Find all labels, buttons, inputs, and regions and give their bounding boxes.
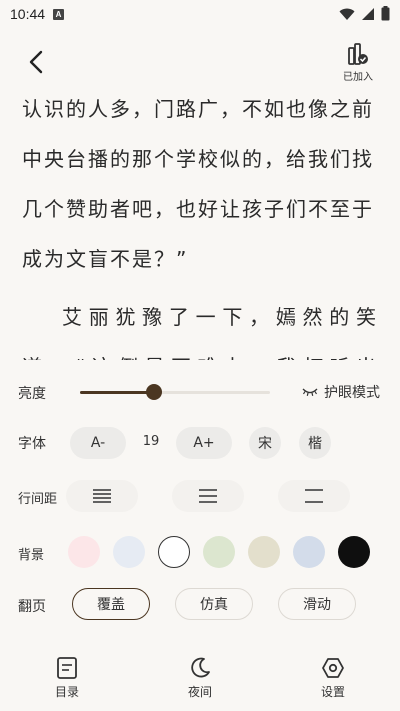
- paragraph: 认识的人多，门路广，不如也像之前中央台播的那个学校似的，给我们找几个赞助者吧，也…: [22, 97, 374, 271]
- paragraph: 艾丽犹豫了一下，嫣然的笑道，“这倒是不难办，我打听出来的: [22, 305, 382, 360]
- background-swatch[interactable]: [248, 536, 280, 568]
- wifi-icon: [339, 8, 355, 20]
- bookshelf-added-button[interactable]: 已加入: [338, 42, 378, 88]
- spacing-tight-icon: [93, 489, 111, 503]
- brightness-slider-fill: [80, 391, 155, 394]
- bookshelf-check-icon: [348, 43, 368, 65]
- nav-settings-label: 设置: [320, 685, 345, 699]
- page-turn-slide[interactable]: 滑动: [278, 588, 356, 620]
- brightness-label: 亮度: [18, 386, 46, 402]
- font-size-value: 19: [142, 434, 160, 449]
- status-bar: 10:44 A: [0, 0, 400, 28]
- closed-eye-icon: [302, 388, 318, 396]
- back-button[interactable]: [22, 48, 50, 76]
- spacing-loose-icon: [305, 489, 323, 503]
- brightness-row: 亮度 护眼模式: [0, 360, 400, 420]
- font-song-button[interactable]: 宋: [249, 427, 281, 459]
- font-increase-button[interactable]: A+: [176, 427, 232, 459]
- nav-night-mode[interactable]: 夜间: [170, 656, 230, 700]
- notification-icon: A: [53, 8, 65, 20]
- nav-toc[interactable]: 目录: [37, 656, 97, 700]
- reader-settings-panel: 亮度 护眼模式 字体 A- 19 A+ 宋 楷 行间距 背景 翻页 覆盖 仿真 …: [0, 360, 400, 711]
- reading-area[interactable]: 认识的人多，门路广，不如也像之前中央台播的那个学校似的，给我们找几个赞助者吧，也…: [0, 92, 400, 360]
- line-spacing-loose[interactable]: [278, 480, 350, 512]
- nav-settings[interactable]: 设置: [303, 656, 363, 700]
- settings-hexagon-icon: [322, 658, 344, 678]
- background-swatch[interactable]: [203, 536, 235, 568]
- line-spacing-medium[interactable]: [172, 480, 244, 512]
- background-label: 背景: [18, 548, 45, 563]
- background-swatch[interactable]: [158, 536, 190, 568]
- line-spacing-tight[interactable]: [66, 480, 138, 512]
- battery-icon: [381, 6, 390, 21]
- status-time: 10:44: [10, 6, 46, 22]
- background-swatch[interactable]: [338, 536, 370, 568]
- eye-mode-label: 护眼模式: [324, 385, 380, 401]
- background-swatch[interactable]: [293, 536, 325, 568]
- font-label: 字体: [18, 436, 46, 452]
- signal-icon: [362, 7, 374, 20]
- line-spacing-label: 行间距: [18, 492, 58, 507]
- font-kai-button[interactable]: 楷: [299, 427, 331, 459]
- background-swatch[interactable]: [113, 536, 145, 568]
- page-turn-label: 翻页: [18, 599, 46, 615]
- bottom-nav: 目录 夜间 设置: [0, 650, 400, 711]
- page-turn-cover[interactable]: 覆盖: [72, 588, 150, 620]
- brightness-slider[interactable]: [80, 384, 270, 400]
- moon-icon: [191, 657, 210, 678]
- top-bar: 已加入: [0, 28, 400, 92]
- nav-toc-label: 目录: [54, 685, 79, 699]
- background-swatch[interactable]: [68, 536, 100, 568]
- bookshelf-added-label: 已加入: [343, 72, 373, 83]
- brightness-slider-thumb[interactable]: [146, 384, 163, 400]
- chevron-left-icon: [29, 50, 43, 74]
- spacing-medium-icon: [199, 489, 217, 503]
- eye-protection-toggle[interactable]: 护眼模式: [302, 382, 380, 402]
- status-icons: [339, 6, 390, 21]
- nav-night-label: 夜间: [187, 685, 212, 699]
- page-turn-simulate[interactable]: 仿真: [175, 588, 253, 620]
- table-of-contents-icon: [57, 657, 77, 679]
- font-decrease-button[interactable]: A-: [70, 427, 126, 459]
